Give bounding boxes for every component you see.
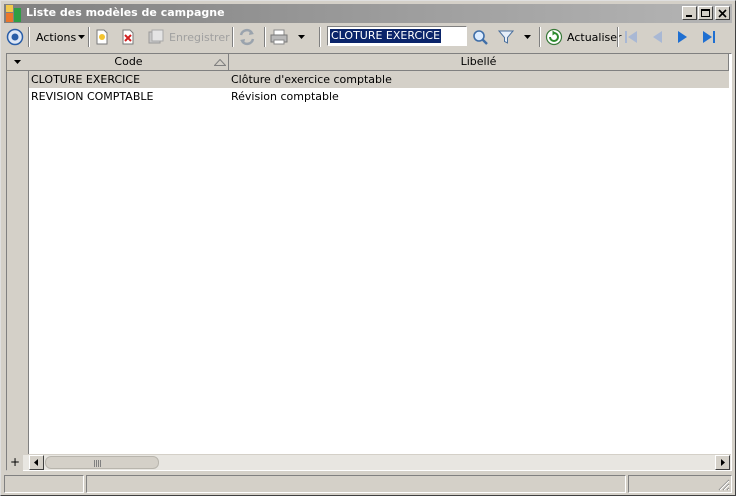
actions-menu-button[interactable]: Actions bbox=[36, 25, 86, 49]
actions-label: Actions bbox=[36, 30, 77, 44]
chevron-down-icon bbox=[14, 60, 21, 64]
delete-icon bbox=[122, 29, 134, 45]
table-row[interactable]: REVISION COMPTABLE Révision comptable bbox=[29, 88, 729, 105]
refresh-icon bbox=[545, 28, 563, 46]
toolbar-separator bbox=[539, 27, 541, 47]
data-grid: Code Libellé CLOTURE EXERCICE Clôture d'… bbox=[6, 53, 732, 471]
window-title: Liste des modèles de campagne bbox=[26, 6, 225, 19]
filter-icon bbox=[498, 30, 514, 44]
scrollbar-thumb[interactable] bbox=[45, 456, 159, 469]
toolbar: Actions Enregistrer CLOTURE EXERCICE Act… bbox=[4, 25, 732, 49]
first-record-icon bbox=[625, 31, 637, 43]
search-input-value: CLOTURE EXERCICE bbox=[330, 29, 442, 43]
new-document-icon bbox=[96, 29, 108, 45]
title-bar[interactable]: Liste des modèles de campagne bbox=[4, 4, 732, 23]
save-button[interactable]: Enregistrer bbox=[148, 25, 230, 49]
column-header-libelle[interactable]: Libellé bbox=[229, 54, 729, 71]
cell-libelle: Clôture d'exercice comptable bbox=[231, 73, 392, 86]
dropdown-arrow-icon bbox=[524, 35, 531, 39]
maximize-button[interactable] bbox=[698, 6, 713, 20]
close-button[interactable] bbox=[715, 6, 730, 20]
status-pane bbox=[86, 475, 626, 493]
last-record-button[interactable] bbox=[701, 25, 717, 49]
arrow-right-icon bbox=[721, 459, 725, 466]
toolbar-separator bbox=[617, 27, 619, 47]
status-pane bbox=[4, 475, 84, 493]
status-pane bbox=[628, 475, 732, 493]
scroll-right-button[interactable] bbox=[715, 455, 730, 470]
dropdown-arrow-icon bbox=[298, 35, 305, 39]
toolbar-separator bbox=[319, 27, 321, 47]
print-dropdown-button[interactable] bbox=[298, 25, 306, 49]
filter-button[interactable] bbox=[498, 25, 514, 49]
cell-libelle: Révision comptable bbox=[231, 90, 339, 103]
cell-code: CLOTURE EXERCICE bbox=[31, 73, 141, 86]
main-window: Liste des modèles de campagne Actions En… bbox=[0, 0, 736, 496]
dropdown-arrow-icon bbox=[78, 35, 86, 39]
previous-record-button[interactable] bbox=[649, 25, 665, 49]
horizontal-scrollbar[interactable]: + bbox=[7, 454, 731, 471]
column-header-code[interactable]: Code bbox=[29, 54, 229, 71]
sync-icon bbox=[239, 28, 255, 46]
minimize-icon bbox=[686, 15, 692, 17]
row-selector-column bbox=[7, 54, 29, 470]
resize-grip-icon[interactable] bbox=[718, 479, 730, 491]
magnifier-icon bbox=[473, 29, 488, 45]
next-record-button[interactable] bbox=[675, 25, 691, 49]
arrow-left-icon bbox=[34, 459, 38, 466]
app-chart-icon bbox=[6, 5, 22, 22]
circle-menu-icon bbox=[6, 28, 24, 46]
toolbar-separator bbox=[28, 27, 30, 47]
last-record-icon bbox=[703, 31, 715, 43]
close-icon bbox=[718, 9, 727, 18]
table-row[interactable]: CLOTURE EXERCICE Clôture d'exercice comp… bbox=[29, 71, 729, 88]
refresh-label: Actualiser bbox=[567, 30, 622, 44]
save-icon bbox=[148, 29, 164, 44]
toolbar-separator bbox=[264, 27, 266, 47]
filter-dropdown-button[interactable] bbox=[524, 25, 532, 49]
previous-record-icon bbox=[653, 31, 662, 43]
search-input[interactable]: CLOTURE EXERCICE bbox=[327, 26, 467, 46]
cell-code: REVISION COMPTABLE bbox=[31, 90, 154, 103]
maximize-icon bbox=[701, 9, 710, 17]
toolbar-separator bbox=[232, 27, 234, 47]
menu-button[interactable] bbox=[6, 25, 24, 49]
toolbar-separator bbox=[88, 27, 90, 47]
save-label: Enregistrer bbox=[169, 30, 230, 44]
print-button[interactable] bbox=[270, 25, 288, 49]
column-header-label: Code bbox=[114, 55, 143, 68]
scroll-left-button[interactable] bbox=[29, 455, 44, 470]
minimize-button[interactable] bbox=[682, 6, 697, 20]
printer-icon bbox=[270, 29, 288, 45]
status-bar bbox=[4, 475, 732, 493]
sort-ascending-icon bbox=[214, 59, 226, 66]
add-row-button[interactable]: + bbox=[7, 455, 23, 471]
first-record-button[interactable] bbox=[623, 25, 639, 49]
delete-button[interactable] bbox=[120, 25, 136, 49]
column-chooser-button[interactable] bbox=[7, 54, 29, 71]
grip-lines-icon bbox=[94, 460, 102, 467]
next-record-icon bbox=[678, 31, 687, 43]
column-header-label: Libellé bbox=[460, 55, 497, 68]
sync-button[interactable] bbox=[238, 25, 256, 49]
refresh-button[interactable]: Actualiser bbox=[545, 25, 622, 49]
search-button[interactable] bbox=[472, 25, 489, 49]
new-button[interactable] bbox=[94, 25, 110, 49]
